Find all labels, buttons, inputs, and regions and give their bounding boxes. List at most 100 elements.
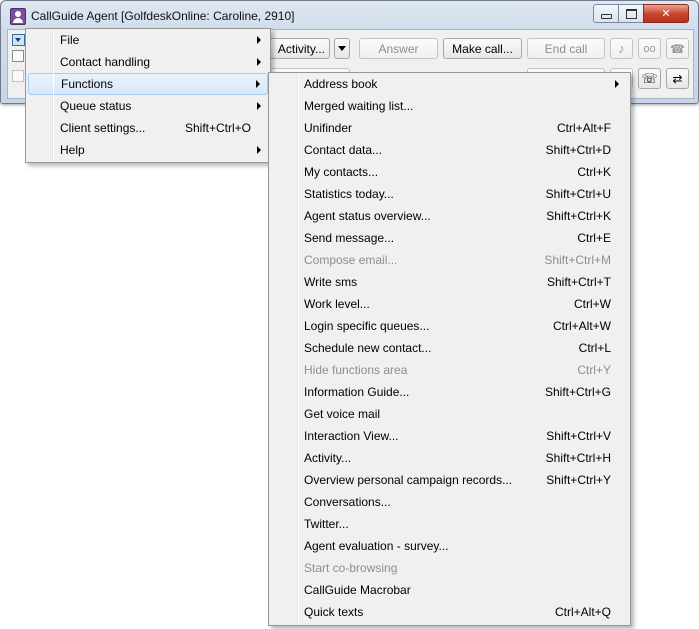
answer-button[interactable]: Answer <box>359 38 438 59</box>
menu-item-get-voice-mail[interactable]: Get voice mail <box>271 403 628 425</box>
maximize-button[interactable] <box>618 4 644 23</box>
menu-item-label: CallGuide Macrobar <box>304 583 411 597</box>
menu-item-shortcut: Ctrl+Alt+W <box>552 319 611 333</box>
activity-button[interactable]: Activity... <box>270 38 330 59</box>
menu-item-label: Send message... <box>304 231 395 245</box>
menu-item-callguide-macrobar[interactable]: CallGuide Macrobar <box>271 579 628 601</box>
menu-item-label: Unifinder <box>304 121 353 135</box>
menu-item-information-guide[interactable]: Information Guide... Shift+Ctrl+G <box>271 381 628 403</box>
menu-item-label: Start co-browsing <box>304 561 398 575</box>
close-button[interactable]: ✕ <box>643 4 689 23</box>
music-on-hold-icon[interactable]: ♪ <box>610 38 633 59</box>
menu-item-unifinder[interactable]: Unifinder Ctrl+Alt+F <box>271 117 628 139</box>
menu-item-shortcut: Shift+Ctrl+G <box>544 385 611 399</box>
contact-list-icon[interactable] <box>12 50 24 62</box>
menu-item-help[interactable]: Help <box>28 139 268 161</box>
menu-item-file[interactable]: File <box>28 29 268 51</box>
submenu-arrow-icon <box>257 102 261 110</box>
menu-item-label: Schedule new contact... <box>304 341 432 355</box>
menu-item-shortcut: Ctrl+E <box>577 231 611 245</box>
menu-item-label: Activity... <box>304 451 352 465</box>
main-menu-dropdown-button[interactable] <box>12 34 25 46</box>
menu-item-label: Conversations... <box>304 495 391 509</box>
menu-item-merged-waiting-list[interactable]: Merged waiting list... <box>271 95 628 117</box>
functions-submenu: Address book Merged waiting list... Unifin… <box>268 72 631 626</box>
menu-item-agent-evaluation-survey[interactable]: Agent evaluation - survey... <box>271 535 628 557</box>
menu-item-conversations[interactable]: Conversations... <box>271 491 628 513</box>
submenu-arrow-icon <box>615 80 619 88</box>
minimize-button[interactable] <box>593 4 619 23</box>
end-call-button[interactable]: End call <box>527 38 605 59</box>
menu-item-contact-handling[interactable]: Contact handling <box>28 51 268 73</box>
submenu-arrow-icon <box>257 36 261 44</box>
make-call-button[interactable]: Make call... <box>443 38 522 59</box>
menu-item-shortcut: Shift+Ctrl+U <box>545 187 611 201</box>
submenu-arrow-icon <box>257 146 261 154</box>
menu-item-interaction-view[interactable]: Interaction View... Shift+Ctrl+V <box>271 425 628 447</box>
menu-item-start-co-browsing: Start co-browsing <box>271 557 628 579</box>
agent-app-icon <box>10 8 26 25</box>
menu-item-label: Quick texts <box>304 605 364 619</box>
menu-item-send-message[interactable]: Send message... Ctrl+E <box>271 227 628 249</box>
menu-item-label: Compose email... <box>304 253 398 267</box>
title-bar[interactable]: CallGuide Agent [GolfdeskOnline: Carolin… <box>1 1 698 29</box>
menu-item-label: Hide functions area <box>304 363 408 377</box>
menu-item-address-book[interactable]: Address book <box>271 73 628 95</box>
menu-item-shortcut: Shift+Ctrl+K <box>546 209 611 223</box>
menu-item-label: Queue status <box>60 99 132 113</box>
phone-transfer-icon[interactable]: ☏ <box>638 68 661 89</box>
menu-item-contact-data[interactable]: Contact data... Shift+Ctrl+D <box>271 139 628 161</box>
menu-item-schedule-new-contact[interactable]: Schedule new contact... Ctrl+L <box>271 337 628 359</box>
menu-item-shortcut: Ctrl+W <box>574 297 611 311</box>
menu-item-label: Information Guide... <box>304 385 410 399</box>
dropdown-arrow-icon <box>338 46 346 51</box>
menu-item-label: Write sms <box>304 275 358 289</box>
menu-item-shortcut: Shift+Ctrl+Y <box>546 473 611 487</box>
menu-item-shortcut: Ctrl+Y <box>577 363 611 377</box>
menu-item-statistics-today[interactable]: Statistics today... Shift+Ctrl+U <box>271 183 628 205</box>
voicemail-icon[interactable]: oo <box>638 38 661 59</box>
menu-item-twitter[interactable]: Twitter... <box>271 513 628 535</box>
menu-item-label: Merged waiting list... <box>304 99 414 113</box>
menu-item-label: Statistics today... <box>304 187 394 201</box>
menu-item-activity[interactable]: Activity... Shift+Ctrl+H <box>271 447 628 469</box>
menu-item-shortcut: Shift+Ctrl+H <box>545 451 611 465</box>
menu-item-login-specific-queues[interactable]: Login specific queues... Ctrl+Alt+W <box>271 315 628 337</box>
main-menu: File Contact handling Functions Queue st… <box>25 28 271 163</box>
menu-item-write-sms[interactable]: Write sms Shift+Ctrl+T <box>271 271 628 293</box>
menu-item-functions[interactable]: Functions <box>28 73 268 95</box>
menu-item-label: Help <box>60 143 85 157</box>
conference-icon[interactable]: ☎ <box>666 38 689 59</box>
menu-item-work-level[interactable]: Work level... Ctrl+W <box>271 293 628 315</box>
menu-item-label: Overview personal campaign records... <box>304 473 513 487</box>
menu-item-label: Contact data... <box>304 143 383 157</box>
menu-item-client-settings[interactable]: Client settings... Shift+Ctrl+O <box>28 117 268 139</box>
menu-item-my-contacts[interactable]: My contacts... Ctrl+K <box>271 161 628 183</box>
menu-item-overview-personal-campaign-records[interactable]: Overview personal campaign records... Shi… <box>271 469 628 491</box>
menu-item-agent-status-overview[interactable]: Agent status overview... Shift+Ctrl+K <box>271 205 628 227</box>
chat-transfer-icon[interactable]: ⇄ <box>666 68 689 89</box>
menu-item-quick-texts[interactable]: Quick texts Ctrl+Alt+Q <box>271 601 628 623</box>
menu-item-shortcut: Shift+Ctrl+T <box>546 275 611 289</box>
activity-dropdown-button[interactable] <box>334 38 350 59</box>
menu-item-label: Work level... <box>304 297 370 311</box>
window-title: CallGuide Agent [GolfdeskOnline: Carolin… <box>31 9 295 23</box>
menu-item-label: Interaction View... <box>304 429 399 443</box>
menu-item-hide-functions-area: Hide functions area Ctrl+Y <box>271 359 628 381</box>
submenu-arrow-icon <box>256 80 260 88</box>
menu-item-queue-status[interactable]: Queue status <box>28 95 268 117</box>
maximize-icon <box>625 8 637 19</box>
menu-item-shortcut: Shift+Ctrl+O <box>184 121 251 135</box>
menu-item-shortcut: Ctrl+Alt+F <box>556 121 611 135</box>
close-icon: ✕ <box>661 8 671 20</box>
menu-item-shortcut: Ctrl+K <box>577 165 611 179</box>
minimize-icon <box>600 14 612 19</box>
menu-item-label: Get voice mail <box>304 407 381 421</box>
menu-item-shortcut: Shift+Ctrl+M <box>544 253 611 267</box>
menu-item-label: Client settings... <box>60 121 146 135</box>
menu-item-label: Address book <box>304 77 378 91</box>
menu-item-label: Agent evaluation - survey... <box>304 539 449 553</box>
menu-item-label: File <box>60 33 80 47</box>
menu-item-label: Functions <box>61 77 114 91</box>
menu-item-label: Login specific queues... <box>304 319 430 333</box>
